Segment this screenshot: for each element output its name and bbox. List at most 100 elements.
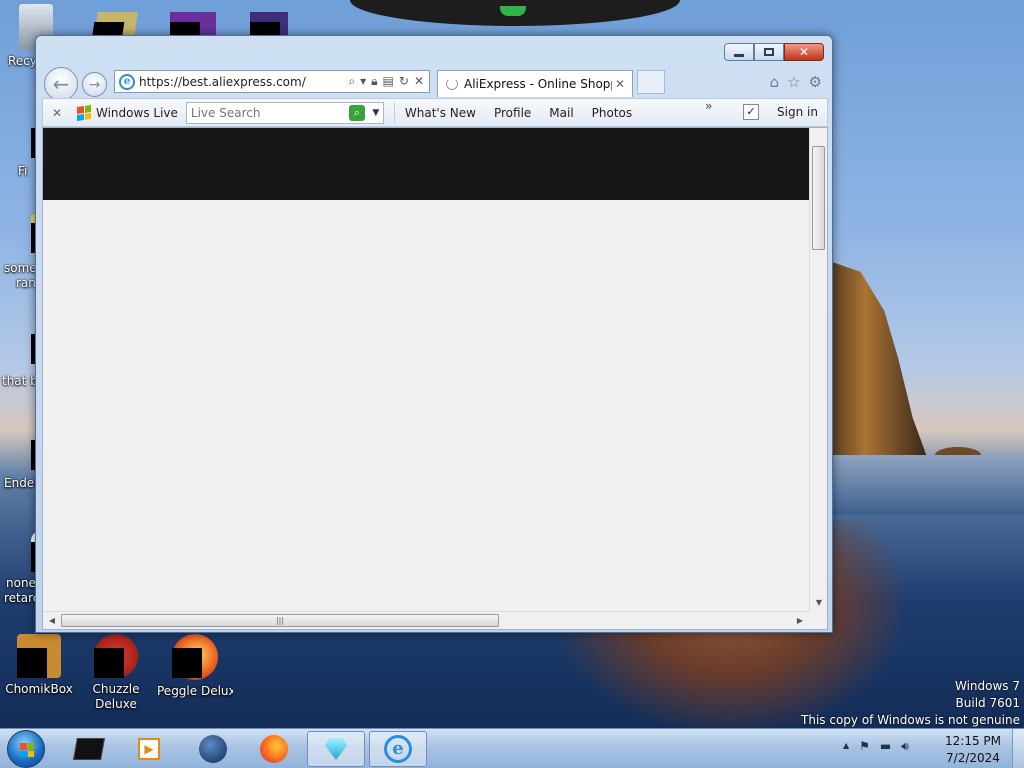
peggle-icon — [172, 634, 218, 680]
search-go-icon[interactable]: ⌕ — [348, 104, 365, 121]
redacted-icon — [250, 22, 280, 36]
show-hidden-icons-arrow[interactable]: ▲ — [843, 739, 849, 754]
start-button[interactable] — [7, 730, 45, 768]
forward-button[interactable]: → — [82, 72, 107, 97]
taskbar-item-internet-explorer[interactable]: e — [369, 731, 427, 767]
link-photos[interactable]: Photos — [592, 106, 632, 120]
search-dropdown-icon[interactable]: ▼ — [369, 108, 383, 118]
horizontal-scrollbar[interactable]: ◀ ||| ▶ — [43, 611, 809, 629]
toolbar-close-button[interactable]: ✕ — [43, 106, 71, 120]
redacted-icon — [94, 648, 124, 678]
wallpaper-rock — [832, 262, 927, 457]
desktop-icon-label: Chuzzle Deluxe — [92, 682, 140, 711]
link-mail[interactable]: Mail — [549, 106, 573, 120]
tab-aliexpress[interactable]: AliExpress - Online Shoppi... ✕ — [437, 70, 633, 97]
settings-gear-icon[interactable]: ⚙ — [809, 73, 822, 91]
windows-genuine-watermark: Windows 7 Build 7601 This copy of Window… — [801, 678, 1020, 729]
horizontal-scroll-thumb[interactable]: ||| — [61, 614, 499, 627]
desktop-icon-label: ChomikBox — [5, 682, 73, 696]
toolbar-divider — [393, 101, 395, 124]
clock-date: 7/2/2024 — [946, 751, 1000, 765]
scroll-right-arrow-icon[interactable]: ▶ — [793, 614, 807, 628]
firefox-icon — [260, 735, 288, 763]
taskbar-item-diamond[interactable] — [307, 731, 365, 767]
action-center-flag-icon[interactable]: ⚑ — [859, 739, 870, 754]
volume-icon[interactable]: 🔊︎ — [901, 739, 909, 754]
desktop-icon-peggle-deluxe[interactable]: Peggle Deluxe — [157, 634, 233, 699]
desktop-icon-folder-top[interactable] — [92, 12, 138, 36]
watermark-line: Build 7601 — [955, 696, 1020, 710]
vertical-scrollbar[interactable]: ▼ — [809, 128, 827, 612]
maximize-icon — [764, 48, 774, 56]
watermark-line: This copy of Windows is not genuine — [801, 713, 1020, 727]
back-button[interactable]: ← — [44, 67, 78, 101]
taskbar-item-media-player[interactable]: ▶ — [120, 731, 178, 767]
page-content[interactable]: ▼ ◀ ||| ▶ — [42, 127, 828, 630]
scroll-left-arrow-icon[interactable]: ◀ — [45, 614, 59, 628]
ie-logo-icon: e — [119, 73, 135, 90]
stop-icon[interactable]: ✕ — [414, 74, 424, 89]
loading-spinner-icon — [446, 78, 458, 90]
network-icon[interactable]: ▬ — [880, 739, 891, 754]
taskbar-item-firefox[interactable] — [245, 731, 303, 767]
arrow-left-icon: ← — [52, 72, 70, 96]
arrow-right-icon: → — [88, 76, 101, 93]
desktop-icon-app-top[interactable] — [250, 12, 288, 36]
desktop-icon-chomikbox[interactable]: ChomikBox — [1, 634, 77, 697]
address-bar[interactable]: e https://best.aliexpress.com/ ⌕ ▾ 🔒︎ ▤ … — [114, 70, 430, 93]
close-icon: ✕ — [798, 45, 810, 59]
redacted-icon — [172, 648, 202, 678]
link-whats-new[interactable]: What's New — [405, 106, 476, 120]
search-icon[interactable]: ⌕ — [348, 74, 355, 89]
desktop-icon-chuzzle-deluxe[interactable]: Chuzzle Deluxe — [78, 634, 154, 712]
refresh-icon[interactable]: ↻ — [399, 74, 409, 89]
taskbar-item-globe[interactable] — [184, 731, 242, 767]
minimize-icon — [734, 53, 744, 57]
taskbar: ▶ e ▲ ⚑ ▬ 🔊︎ 12:15 PM 7/2/2024 — [0, 728, 1024, 768]
dropdown-arrow-icon[interactable]: ▾ — [360, 74, 366, 89]
tab-close-button[interactable]: ✕ — [612, 77, 628, 91]
address-url[interactable]: https://best.aliexpress.com/ — [139, 75, 348, 89]
close-window-button[interactable]: ✕ — [784, 43, 824, 61]
redacted-icon — [92, 22, 125, 36]
redacted-icon — [170, 22, 200, 36]
taskbar-item-black-box[interactable] — [60, 731, 118, 767]
live-search-input[interactable] — [186, 105, 349, 120]
chuzzle-icon — [94, 634, 138, 678]
wallpaper-green-light — [500, 6, 526, 16]
toolbar-more-chevron[interactable]: » — [705, 99, 712, 113]
ie-browser-window[interactable]: ✕ ← → e https://best.aliexpress.com/ ⌕ ▾… — [35, 35, 833, 633]
navigation-row: ← → e https://best.aliexpress.com/ ⌕ ▾ 🔒… — [42, 67, 828, 101]
page-header-band — [43, 128, 809, 200]
address-tools: ⌕ ▾ 🔒︎ ▤ ↻ ✕ — [348, 74, 424, 89]
checkbox-icon[interactable]: ✓ — [743, 104, 759, 120]
windows-flag-icon — [77, 104, 91, 121]
desktop-icon-label: Peggle Deluxe — [157, 684, 233, 698]
taskbar-clock[interactable]: 12:15 PM 7/2/2024 — [940, 733, 1006, 767]
maximize-button[interactable] — [754, 43, 784, 61]
favorites-star-icon[interactable]: ☆ — [787, 73, 800, 91]
diamond-icon — [325, 738, 347, 760]
browser-tools: ⌂ ☆ ⚙ — [770, 73, 822, 91]
scroll-down-arrow-icon[interactable]: ▼ — [812, 596, 826, 610]
windows-live-button[interactable]: Windows Live — [96, 106, 178, 120]
watermark-line: Windows 7 — [954, 679, 1020, 693]
vertical-scroll-thumb[interactable] — [812, 146, 825, 250]
live-search-box[interactable]: ⌕ ▼ — [185, 101, 384, 124]
show-desktop-button[interactable] — [1012, 729, 1024, 768]
new-tab-button[interactable] — [637, 70, 665, 94]
lock-icon[interactable]: 🔒︎ — [371, 74, 377, 89]
compatibility-view-icon[interactable]: ▤ — [383, 74, 394, 89]
home-icon[interactable]: ⌂ — [770, 73, 780, 91]
windows-live-toolbar: ✕ Windows Live ⌕ ▼ What's New Profile Ma… — [42, 98, 828, 127]
wallpaper-horizon — [832, 455, 1024, 515]
link-profile[interactable]: Profile — [494, 106, 531, 120]
system-tray: ▲ ⚑ ▬ 🔊︎ — [843, 739, 909, 754]
sign-in-link[interactable]: Sign in — [777, 105, 818, 119]
desktop-icon-visual-studio[interactable] — [170, 12, 216, 36]
black-box-icon — [73, 738, 105, 760]
windows-logo-icon — [20, 743, 34, 757]
internet-explorer-icon: e — [384, 735, 412, 763]
caption-buttons: ✕ — [724, 43, 824, 61]
minimize-button[interactable] — [724, 43, 754, 61]
